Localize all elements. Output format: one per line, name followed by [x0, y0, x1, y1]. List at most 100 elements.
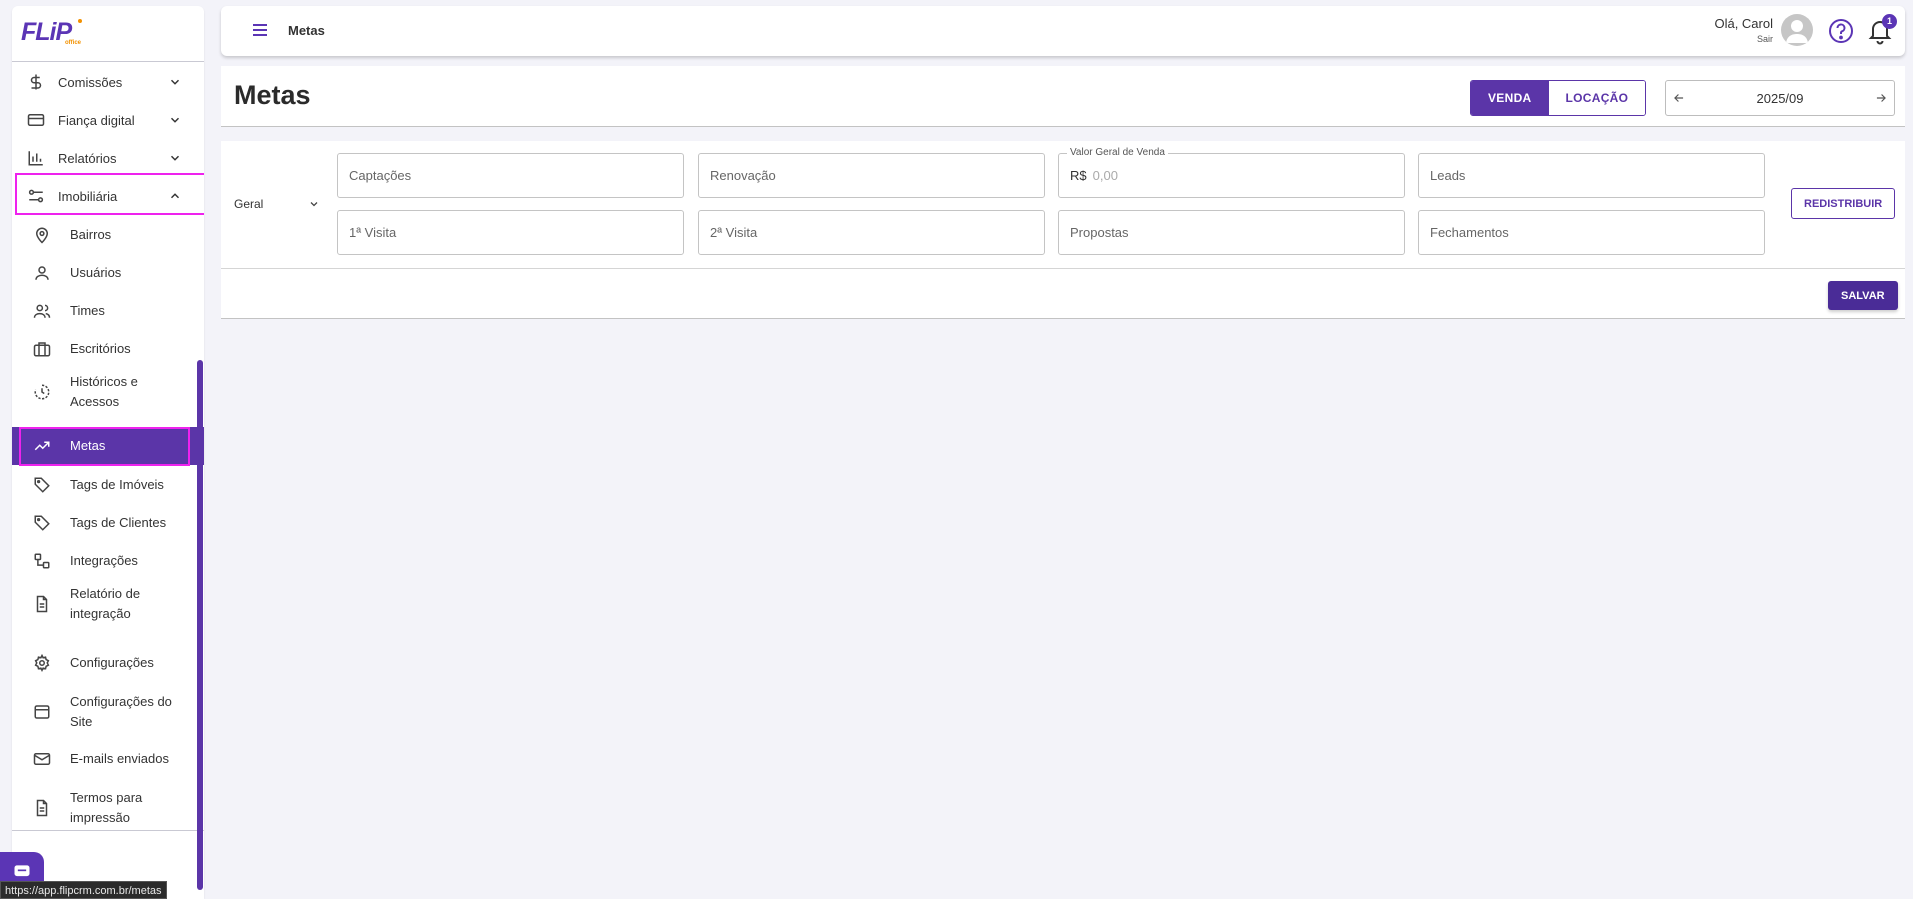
file-text-icon — [32, 594, 52, 614]
topbar-title: Metas — [288, 23, 325, 38]
app-logo[interactable]: FLiP office — [21, 18, 91, 48]
page-header: Metas VENDA LOCAÇÃO 2025/09 — [221, 66, 1905, 127]
sidebar-item-label: Times — [70, 303, 105, 318]
sidebar-item-label: Relatório de integração — [70, 586, 141, 621]
toggle-venda[interactable]: VENDA — [1471, 81, 1549, 115]
leads-field[interactable]: Leads — [1418, 153, 1765, 198]
sidebar-item-label: Históricos e Acessos — [70, 374, 138, 409]
sidebar-group-label: Relatórios — [58, 150, 117, 166]
browser-window-icon — [32, 702, 52, 722]
sidebar-item-usuarios[interactable]: Usuários — [12, 254, 204, 292]
integration-icon — [32, 551, 52, 571]
sidebar-group-label: Fiança digital — [58, 112, 135, 128]
sidebar-item-label: Configurações — [70, 655, 154, 670]
sidebar-group-relatorios[interactable]: Relatórios — [12, 139, 204, 177]
divider — [221, 268, 1905, 269]
logout-link[interactable]: Sair — [1714, 34, 1773, 44]
users-icon — [32, 301, 52, 321]
sidebar-item-label: Termos para impressão — [70, 790, 143, 825]
sidebar-item-label: Configurações do Site — [70, 694, 172, 729]
credit-card-icon — [26, 110, 46, 130]
sidebar-item-bairros[interactable]: Bairros — [12, 216, 204, 254]
sidebar-item-configuracoes-site[interactable]: Configurações do Site — [12, 688, 204, 736]
redistribute-button[interactable]: REDISTRIBUIR — [1791, 188, 1896, 219]
save-button[interactable]: SALVAR — [1828, 281, 1898, 310]
scope-value: Geral — [234, 197, 264, 211]
sidebar-item-termos[interactable]: Termos para impressão — [12, 784, 204, 832]
arrow-right-icon[interactable] — [1874, 91, 1888, 105]
sidebar-item-label: Bairros — [70, 227, 112, 242]
map-pin-icon — [32, 225, 52, 245]
period-value: 2025/09 — [1756, 90, 1804, 106]
sidebar-item-tags-clientes[interactable]: Tags de Clientes — [12, 504, 204, 542]
tag-icon — [32, 513, 52, 533]
captacoes-field[interactable]: Captações — [337, 153, 684, 198]
bar-chart-icon — [26, 148, 46, 168]
field-legend: Valor Geral de Venda — [1067, 147, 1168, 158]
chat-icon — [14, 865, 30, 877]
greeting-text: Olá, Carol — [1714, 16, 1773, 31]
sidebar-scrollbar[interactable] — [197, 360, 203, 890]
status-bar-url: https://app.flipcrm.com.br/metas — [0, 881, 167, 899]
dollar-icon — [26, 72, 46, 92]
chevron-down-icon — [170, 79, 180, 85]
sidebar-group-label: Comissões — [58, 74, 123, 90]
highlight-box — [15, 173, 204, 215]
sidebar-item-relatorio-integracao[interactable]: Relatório de integração — [12, 580, 204, 628]
sidebar-item-label: Tags de Imóveis — [70, 477, 164, 492]
briefcase-icon — [32, 339, 52, 359]
user-icon — [32, 263, 52, 283]
logo-subtitle: office — [65, 40, 82, 46]
highlight-box — [19, 427, 190, 466]
arrow-left-icon[interactable] — [1672, 91, 1686, 105]
field-placeholder: 1ª Visita — [349, 225, 397, 240]
vgv-field[interactable]: Valor Geral de Venda R$ 0,00 — [1058, 147, 1405, 198]
sidebar-divider — [12, 830, 204, 831]
field-placeholder: Propostas — [1070, 225, 1129, 240]
sidebar: FLiP office Comissões Fiança digital Rel… — [12, 6, 204, 899]
notification-badge: 1 — [1882, 14, 1897, 29]
sidebar-item-emails[interactable]: E-mails enviados — [12, 740, 204, 778]
sidebar-item-label: Integrações — [70, 553, 138, 568]
currency-prefix: R$ — [1070, 168, 1087, 183]
help-icon[interactable] — [1827, 17, 1855, 45]
toggle-locacao[interactable]: LOCAÇÃO — [1548, 81, 1646, 115]
logo-text: FLiP — [21, 18, 72, 46]
sidebar-item-configuracoes[interactable]: Configurações — [12, 644, 204, 682]
sidebar-item-label: Escritórios — [70, 341, 131, 356]
sidebar-group-fianca[interactable]: Fiança digital — [12, 101, 204, 139]
sidebar-item-label: Usuários — [70, 265, 122, 280]
field-placeholder: Leads — [1430, 168, 1466, 183]
field-placeholder: Renovação — [710, 168, 776, 183]
sidebar-item-historicos[interactable]: Históricos e Acessos — [12, 368, 204, 416]
sidebar-item-escritorios[interactable]: Escritórios — [12, 330, 204, 368]
sidebar-item-tags-imoveis[interactable]: Tags de Imóveis — [12, 466, 204, 504]
chevron-down-icon — [170, 117, 180, 123]
propostas-field[interactable]: Propostas — [1058, 210, 1405, 255]
scope-select[interactable]: Geral — [234, 197, 320, 211]
sidebar-item-label: E-mails enviados — [70, 751, 169, 766]
primeira-visita-field[interactable]: 1ª Visita — [337, 210, 684, 255]
avatar[interactable] — [1781, 14, 1813, 46]
chevron-down-icon — [170, 155, 180, 161]
field-placeholder: Captações — [349, 168, 412, 183]
logo-dot — [78, 19, 82, 23]
fechamentos-field[interactable]: Fechamentos — [1418, 210, 1765, 255]
user-greeting: Olá, Carol Sair — [1714, 16, 1773, 44]
renovacao-field[interactable]: Renovação — [698, 153, 1045, 198]
gear-icon — [32, 653, 52, 673]
menu-icon[interactable] — [251, 22, 269, 38]
segunda-visita-field[interactable]: 2ª Visita — [698, 210, 1045, 255]
period-navigator: 2025/09 — [1665, 80, 1895, 116]
field-placeholder: 2ª Visita — [710, 225, 758, 240]
sidebar-group-comissoes[interactable]: Comissões — [12, 63, 204, 101]
field-placeholder: 0,00 — [1092, 168, 1118, 183]
history-icon — [32, 382, 52, 402]
sidebar-divider — [12, 61, 204, 62]
mail-icon — [32, 749, 52, 769]
tag-icon — [32, 475, 52, 495]
field-placeholder: Fechamentos — [1430, 225, 1509, 240]
sidebar-item-integracoes[interactable]: Integrações — [12, 542, 204, 580]
sale-rent-toggle: VENDA LOCAÇÃO — [1470, 80, 1647, 116]
sidebar-item-times[interactable]: Times — [12, 292, 204, 330]
